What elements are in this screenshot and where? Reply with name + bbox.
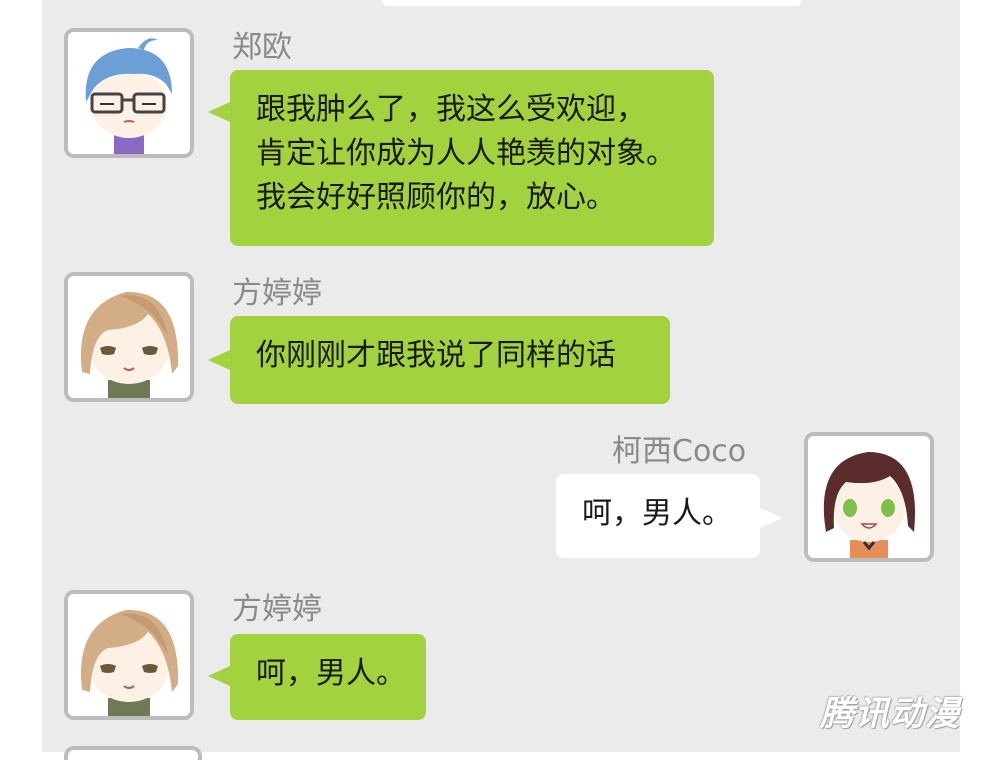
bubble-tail [208,102,230,122]
dark-brown-hair-avatar-icon [808,436,930,558]
message-line: 呵，男人。 [256,656,406,691]
avatar-kexi-coco[interactable] [804,432,934,562]
light-brown-hair-avatar-icon [68,276,190,398]
sender-name: 方婷婷 [232,276,322,311]
message-line: 呵，男人。 [582,496,732,531]
avatar-zheng-ou[interactable] [64,28,194,158]
next-avatar-edge [64,746,202,760]
message-bubble[interactable]: 呵，男人。 [556,474,760,558]
message-bubble[interactable]: 你刚刚才跟我说了同样的话 [230,316,670,404]
sender-name: 郑欧 [232,30,292,65]
blue-hair-glasses-avatar-icon [68,32,190,154]
watermark-logo: 腾讯动漫 [820,694,960,734]
bubble-tail [208,350,230,370]
message-bubble[interactable]: 跟我肿么了，我这么受欢迎， 肯定让你成为人人艳羡的对象。 我会好好照顾你的，放心… [230,70,714,246]
message-line: 你刚刚才跟我说了同样的话 [256,338,616,373]
avatar-fang-tingting[interactable] [64,590,194,720]
previous-bubble-edge [382,0,802,6]
bubble-tail [760,508,782,528]
avatar-fang-tingting[interactable] [64,272,194,402]
light-brown-hair-avatar-icon [68,594,190,716]
sender-name: 方婷婷 [232,592,322,627]
sender-name: 柯西Coco [612,434,747,469]
message-line: 肯定让你成为人人艳羡的对象。 [256,136,676,171]
message-bubble[interactable]: 呵，男人。 [230,634,426,720]
bubble-tail [208,666,230,686]
message-line: 我会好好照顾你的，放心。 [256,180,616,215]
message-line: 跟我肿么了，我这么受欢迎， [256,92,646,127]
